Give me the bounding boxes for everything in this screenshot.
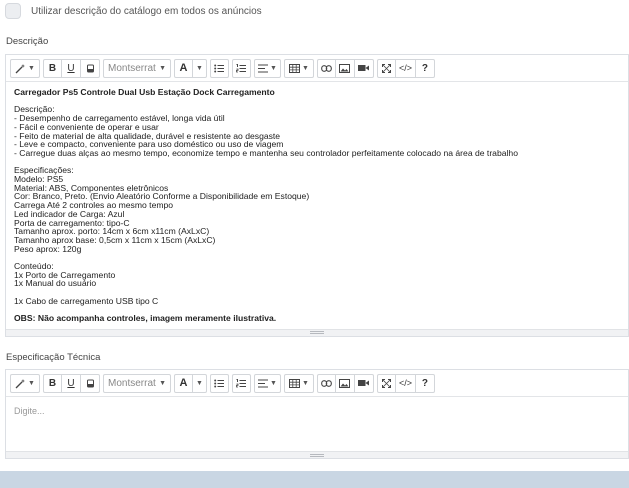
image-button[interactable]: [335, 58, 355, 78]
description-line: [14, 158, 620, 167]
help-button[interactable]: ?: [415, 58, 435, 78]
fullscreen-icon: [381, 63, 391, 73]
video-icon: [358, 380, 370, 386]
font-color-dropdown[interactable]: ▼: [193, 58, 207, 78]
especificacao-resize-handle[interactable]: [6, 451, 628, 458]
paragraph-align-button[interactable]: ▼: [253, 58, 281, 78]
image-button[interactable]: [335, 373, 355, 393]
fullscreen-button[interactable]: [376, 58, 396, 78]
clear-format-button[interactable]: [81, 373, 100, 393]
video-button[interactable]: [354, 373, 374, 393]
magic-wand-style-button[interactable]: ▼: [10, 373, 40, 393]
font-family-select[interactable]: Montserrat ▼: [103, 373, 171, 393]
description-line: OBS: Não acompanha controles, imagem mer…: [14, 313, 277, 324]
footer-bar: [0, 471, 629, 488]
image-icon: [339, 378, 351, 388]
clear-format-button[interactable]: [81, 58, 100, 78]
code-view-button[interactable]: </>: [395, 373, 416, 393]
align-left-icon: [257, 379, 268, 387]
description-line: 1x Manual do usuário: [14, 278, 97, 289]
description-line: Tamanho aprox base: 0,5cm x 11cm x 15cm …: [14, 234, 216, 245]
especificacao-content[interactable]: Digite...: [6, 397, 628, 451]
table-icon: [288, 63, 300, 73]
font-family-value: Montserrat: [108, 377, 156, 389]
description-line: 1x Cabo de carregamento USB tipo C: [14, 295, 159, 306]
eraser-icon: [86, 379, 94, 387]
catalog-option-row[interactable]: Utilizar descrição do catálogo em todos …: [5, 3, 262, 19]
descricao-editor: ▼ B U Montserrat ▼ A ▼ ▼ ▼ </> ? Carrega…: [5, 54, 629, 337]
align-left-icon: [257, 64, 268, 72]
font-color-dropdown[interactable]: ▼: [193, 373, 207, 393]
numbered-list-button[interactable]: [231, 373, 251, 393]
help-button[interactable]: ?: [415, 373, 435, 393]
eraser-icon: [86, 64, 94, 72]
font-color-group: A ▼: [174, 58, 207, 78]
catalog-checkbox[interactable]: [5, 3, 21, 19]
description-line: Especificações:: [14, 165, 74, 176]
bulleted-list-button[interactable]: [209, 373, 229, 393]
descricao-label: Descrição: [6, 36, 49, 47]
description-line: 1x Porto de Carregamento: [14, 269, 116, 280]
image-icon: [339, 63, 351, 73]
magic-wand-style-button[interactable]: ▼: [10, 58, 40, 78]
description-line: [14, 97, 620, 106]
insert-group: [316, 58, 374, 78]
magic-wand-icon: [15, 378, 26, 388]
bulleted-list-icon: [214, 379, 225, 387]
magic-wand-icon: [15, 63, 26, 73]
table-button[interactable]: ▼: [283, 373, 314, 393]
view-group: </> ?: [376, 58, 435, 78]
bulleted-list-button[interactable]: [209, 58, 229, 78]
numbered-list-button[interactable]: [231, 58, 251, 78]
video-icon: [358, 65, 370, 71]
table-button[interactable]: ▼: [283, 58, 314, 78]
description-line: Peso aprox: 120g: [14, 243, 82, 254]
font-color-button[interactable]: A: [174, 373, 193, 393]
font-family-value: Montserrat: [108, 62, 156, 74]
descricao-content[interactable]: Carregador Ps5 Controle Dual Usb Estação…: [6, 82, 628, 329]
bulleted-list-icon: [214, 64, 225, 72]
description-line: - Carregue duas alças ao mesmo tempo, ec…: [14, 147, 518, 158]
description-line: Carregador Ps5 Controle Dual Usb Estação…: [14, 87, 275, 97]
text-format-group: B U: [43, 373, 100, 393]
fullscreen-button[interactable]: [376, 373, 396, 393]
view-group: </> ?: [376, 373, 435, 393]
catalog-checkbox-label: Utilizar descrição do catálogo em todos …: [31, 5, 262, 17]
video-button[interactable]: [354, 58, 374, 78]
paragraph-align-button[interactable]: ▼: [253, 373, 281, 393]
table-icon: [288, 378, 300, 388]
text-format-group: B U: [43, 58, 100, 78]
especificacao-toolbar: ▼ B U Montserrat ▼ A ▼ ▼ ▼ </> ?: [6, 370, 628, 397]
bold-button[interactable]: B: [43, 373, 62, 393]
link-icon: [321, 379, 332, 387]
link-icon: [321, 64, 332, 72]
descricao-toolbar: ▼ B U Montserrat ▼ A ▼ ▼ ▼ </> ?: [6, 55, 628, 82]
insert-group: [316, 373, 374, 393]
description-line: [14, 253, 620, 262]
link-button[interactable]: [316, 58, 336, 78]
code-view-button[interactable]: </>: [395, 58, 416, 78]
font-color-group: A ▼: [174, 373, 207, 393]
bold-button[interactable]: B: [43, 58, 62, 78]
font-color-button[interactable]: A: [174, 58, 193, 78]
numbered-list-icon: [236, 378, 247, 387]
especificacao-label: Especificação Técnica: [6, 352, 101, 363]
link-button[interactable]: [316, 373, 336, 393]
grip-icon: [310, 453, 324, 457]
numbered-list-icon: [236, 63, 247, 72]
font-family-select[interactable]: Montserrat ▼: [103, 58, 171, 78]
underline-button[interactable]: U: [62, 58, 81, 78]
descricao-resize-handle[interactable]: [6, 328, 628, 336]
especificacao-editor: ▼ B U Montserrat ▼ A ▼ ▼ ▼ </> ? Digite.…: [5, 369, 629, 459]
underline-button[interactable]: U: [62, 373, 81, 393]
grip-icon: [310, 331, 324, 335]
fullscreen-icon: [381, 378, 391, 388]
